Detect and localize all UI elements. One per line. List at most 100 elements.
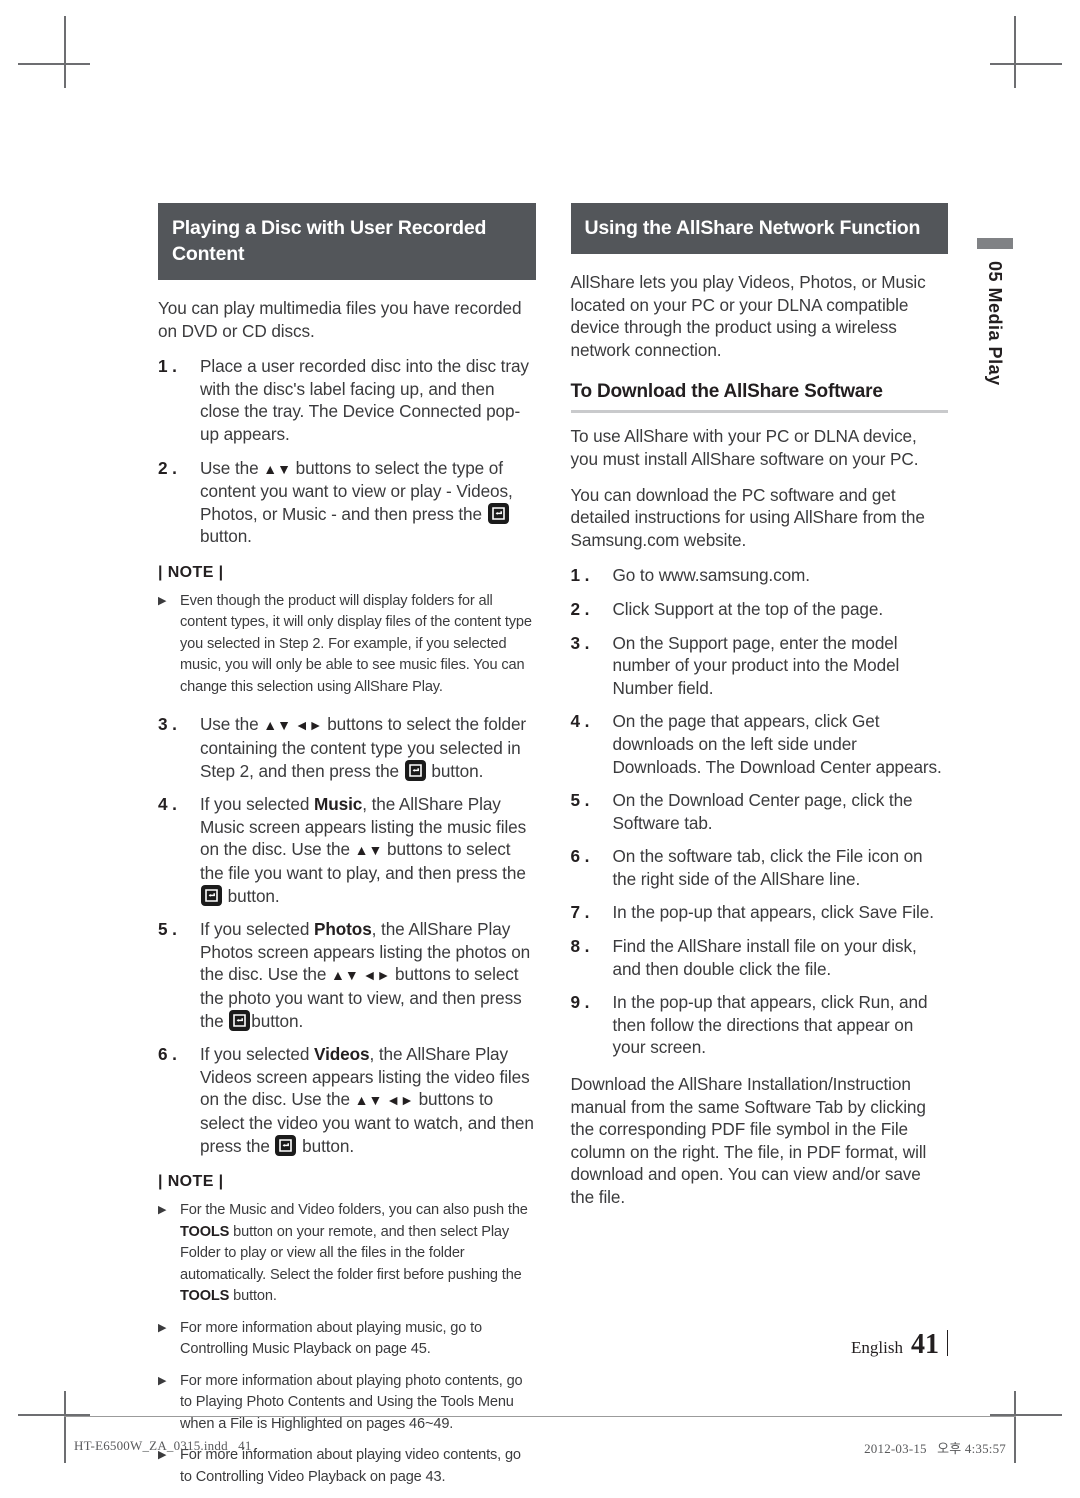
- step-number: 6 .: [570, 846, 590, 867]
- right-steps-list: 1 . Go to www.samsung.com. 2 . Click Sup…: [571, 564, 949, 1059]
- list-item: ▶ For the Music and Video folders, you c…: [158, 1200, 536, 1308]
- enter-button-icon: [201, 884, 222, 906]
- step-text: If you selected Photos, the AllShare Pla…: [200, 918, 536, 1032]
- step-text: Find the AllShare install file on your d…: [612, 936, 917, 979]
- note-list-1: ▶ Even though the product will display f…: [158, 591, 536, 699]
- right-paragraph-1: To use AllShare with your PC or DLNA dev…: [570, 426, 919, 469]
- step-number: 8 .: [570, 936, 590, 957]
- note-label-2: | NOTE |: [158, 1173, 224, 1191]
- footer-language: English: [851, 1338, 903, 1357]
- chapter-number: 05: [985, 261, 1005, 283]
- right-closing-paragraph: Download the AllShare Installation/Instr…: [570, 1074, 927, 1207]
- step-text-part: If you selected: [200, 1044, 315, 1065]
- print-footer-rule: [64, 1416, 1016, 1417]
- enter-button-icon: [229, 1009, 251, 1031]
- step-text: On the page that appears, click Get down…: [612, 711, 942, 777]
- step-text: On the Support page, enter the model num…: [612, 632, 900, 698]
- right-paragraph-2: You can download the PC software and get…: [570, 484, 925, 550]
- triangle-bullet-icon: ▶: [158, 1321, 167, 1334]
- step-text: Use the ▲▼ ◄► buttons to select the fold…: [200, 713, 536, 782]
- step-text: Go to www.samsung.com.: [612, 565, 811, 586]
- left-intro-paragraph: You can play multimedia files you have r…: [158, 298, 522, 341]
- dpad-arrows-icon: ▲▼ ◄►: [354, 1092, 414, 1109]
- note-text-part: For the Music and Video folders, you can…: [180, 1202, 528, 1219]
- step-text: Click Support at the top of the page.: [612, 598, 884, 619]
- step-number: 1 .: [158, 356, 177, 377]
- print-footer: HT-E6500W_ZA_0315.indd 41 2012-03-15 오후 …: [74, 1438, 1006, 1457]
- step-text: On the Download Center page, click the S…: [612, 790, 913, 833]
- right-intro-paragraph: AllShare lets you play Videos, Photos, o…: [570, 272, 926, 360]
- subheading-rule: [570, 410, 948, 414]
- note-text: For more information about playing music…: [180, 1319, 482, 1358]
- triangle-bullet-icon: ▶: [158, 1204, 167, 1217]
- step-text-part: If you selected: [200, 919, 315, 940]
- enter-button-icon: [404, 759, 426, 781]
- left-column: Playing a Disc with User Recorded Conten…: [158, 203, 536, 1498]
- list-item: 2 . Click Support at the top of the page…: [571, 598, 949, 621]
- list-item: ▶ For more information about playing pho…: [158, 1371, 536, 1436]
- step-number: 3 .: [570, 632, 590, 653]
- step-number: 9 .: [570, 992, 590, 1013]
- note-text-part: button on your remote, and then select P…: [180, 1223, 522, 1283]
- page-footer: English 41: [851, 1327, 948, 1361]
- chapter-tab-bar: [977, 238, 1013, 249]
- step-number: 4 .: [570, 711, 590, 732]
- subheading-download-allshare: To Download the AllShare Software: [570, 381, 883, 403]
- step-number: 4 .: [158, 794, 177, 815]
- right-column: Using the AllShare Network Function AllS…: [570, 203, 949, 1498]
- list-item: 4 . If you selected Music, the AllShare …: [158, 793, 536, 907]
- step-text-bold: Videos: [314, 1044, 370, 1065]
- dpad-arrows-icon: ▲▼: [354, 842, 383, 859]
- step-number: 6 .: [158, 1044, 177, 1065]
- list-item: 3 . Use the ▲▼ ◄► buttons to select the …: [158, 713, 536, 782]
- step-text-bold: Music: [314, 794, 363, 815]
- step-text-bold: Photos: [314, 919, 372, 940]
- chapter-tab-text: 05 Media Play: [975, 261, 1015, 386]
- print-timestamp: 2012-03-15 오후 4:35:57: [864, 1441, 1006, 1456]
- dpad-arrows-icon: ▲▼: [263, 460, 291, 477]
- step-text: In the pop-up that appears, click Run, a…: [612, 992, 928, 1058]
- left-steps-list-2: 3 . Use the ▲▼ ◄► buttons to select the …: [158, 713, 536, 1157]
- list-item: ▶ For more information about playing mus…: [158, 1318, 536, 1361]
- triangle-bullet-icon: ▶: [158, 594, 167, 607]
- step-number: 7 .: [570, 902, 590, 923]
- step-number: 1 .: [570, 565, 590, 586]
- step-text-part: Use the: [200, 714, 264, 735]
- step-number: 2 .: [158, 457, 177, 478]
- enter-button-icon: [275, 1134, 297, 1156]
- list-item: 1 . Place a user recorded disc into the …: [158, 355, 536, 445]
- step-number: 3 .: [158, 714, 177, 735]
- step-text: Place a user recorded disc into the disc…: [200, 356, 529, 444]
- step-text: Use the ▲▼ buttons to select the type of…: [200, 457, 536, 548]
- note-text: Even though the product will display fol…: [180, 592, 532, 695]
- step-text-part: button.: [200, 526, 252, 547]
- step-number: 2 .: [570, 598, 590, 619]
- list-item: ▶ Even though the product will display f…: [158, 591, 536, 699]
- section-heading-allshare-network: Using the AllShare Network Function: [570, 203, 948, 254]
- list-item: 9 . In the pop-up that appears, click Ru…: [571, 991, 949, 1059]
- chapter-label: Media Play: [985, 287, 1005, 386]
- dpad-arrows-icon: ▲▼ ◄►: [331, 967, 391, 984]
- step-text: If you selected Music, the AllShare Play…: [200, 793, 536, 907]
- step-text-part: Use the: [200, 457, 264, 478]
- section-heading-playing-disc: Playing a Disc with User Recorded Conten…: [158, 203, 536, 280]
- step-number: 5 .: [158, 919, 177, 940]
- note-label-1: | NOTE |: [158, 563, 224, 581]
- print-file-name: HT-E6500W_ZA_0315.indd 41: [74, 1438, 252, 1453]
- enter-button-icon: [487, 502, 509, 524]
- list-item: 5 . If you selected Photos, the AllShare…: [158, 918, 536, 1032]
- note-text-bold: TOOLS: [180, 1288, 230, 1305]
- footer-tick-mark: [947, 1330, 948, 1356]
- triangle-bullet-icon: ▶: [158, 1374, 167, 1387]
- step-text: On the software tab, click the File icon…: [612, 846, 923, 889]
- note-text-part: button.: [229, 1288, 277, 1305]
- dpad-arrows-icon: ▲▼ ◄►: [263, 717, 323, 734]
- page-number: 41: [911, 1329, 939, 1360]
- step-text-part: button.: [251, 1010, 304, 1031]
- step-number: 5 .: [570, 790, 590, 811]
- note-text-bold: TOOLS: [180, 1223, 230, 1240]
- step-text: If you selected Videos, the AllShare Pla…: [200, 1043, 536, 1157]
- list-item: 2 . Use the ▲▼ buttons to select the typ…: [158, 457, 536, 548]
- list-item: 7 . In the pop-up that appears, click Sa…: [571, 901, 949, 924]
- list-item: 4 . On the page that appears, click Get …: [571, 710, 949, 778]
